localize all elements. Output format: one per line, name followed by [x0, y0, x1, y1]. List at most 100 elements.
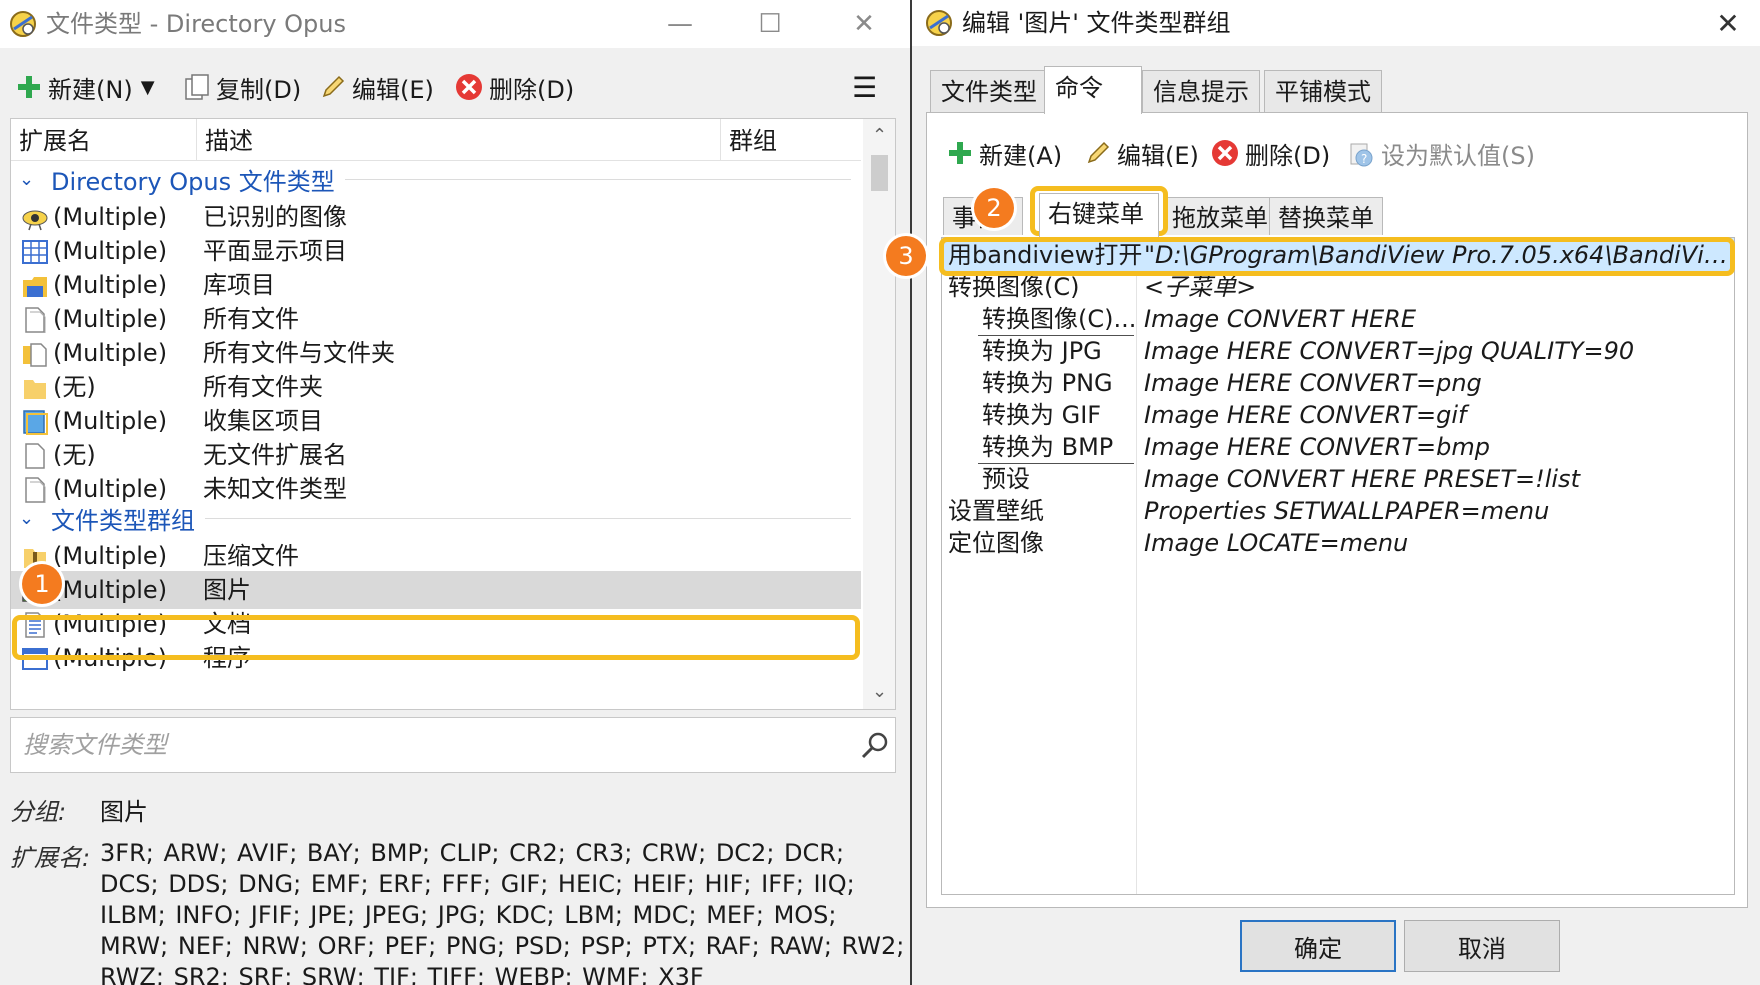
file-types-window: 文件类型 - Directory Opus — ☐ ✕ 新建(N) ▼ 复制(D…: [0, 0, 912, 985]
new-button[interactable]: 新建(N) ▼: [16, 68, 155, 106]
scroll-up-icon[interactable]: ⌃: [863, 121, 895, 151]
command-value: Image HERE CONVERT=png: [1144, 369, 1482, 397]
command-name: 转换为 PNG: [982, 369, 1113, 397]
column-header-group[interactable]: 群组: [721, 119, 861, 161]
context-menu-command-list[interactable]: 用bandiview打开 "D:\GProgram\BandiView Pro.…: [941, 237, 1735, 895]
commands-toolbar: 新建(A) 编辑(E) 删除(D) ? 设为默认值(S): [927, 131, 1747, 175]
item-extension: (Multiple): [53, 644, 168, 672]
new-command-button[interactable]: 新建(A): [947, 131, 1062, 175]
column-header-description[interactable]: 描述: [197, 119, 721, 161]
eye-image-icon: [22, 210, 48, 231]
cancel-button[interactable]: 取消: [1404, 920, 1560, 972]
tab-file-type[interactable]: 文件类型: [930, 70, 1048, 112]
list-item[interactable]: (Multiple) 库项目: [11, 266, 861, 304]
command-value: Image LOCATE=menu: [1144, 529, 1409, 557]
callout-number-2: 2: [974, 188, 1014, 228]
item-description: 平面显示项目: [203, 237, 347, 265]
left-title-bar: 文件类型 - Directory Opus — ☐ ✕: [0, 0, 912, 48]
search-icon[interactable]: [859, 730, 891, 762]
list-item[interactable]: (Multiple) 已识别的图像: [11, 198, 861, 236]
extensions-label: 扩展名:: [10, 844, 91, 872]
set-default-button[interactable]: ? 设为默认值(S): [1347, 131, 1535, 175]
file-folder-icon: [23, 343, 47, 367]
command-name: 转换图像(C)...: [982, 305, 1137, 333]
tab-commands[interactable]: 命令: [1044, 66, 1142, 114]
list-item[interactable]: (Multiple) 所有文件: [11, 300, 861, 338]
command-row[interactable]: 转换为 GIF Image HERE CONVERT=gif: [942, 398, 1734, 432]
command-row[interactable]: 转换图像(C)... Image CONVERT HERE: [942, 302, 1734, 336]
list-scrollbar[interactable]: ⌃ ⌄: [863, 119, 895, 709]
command-row[interactable]: 设置壁纸 Properties SETWALLPAPER=menu: [942, 494, 1734, 528]
edit-command-button[interactable]: 编辑(E): [1085, 131, 1199, 175]
list-item[interactable]: (Multiple) 压缩文件: [11, 537, 861, 575]
copy-button[interactable]: 复制(D): [184, 68, 301, 106]
close-button[interactable]: ✕: [834, 4, 894, 44]
item-description: 压缩文件: [203, 542, 299, 570]
command-row[interactable]: 转换图像(C) <子菜单>: [942, 270, 1734, 304]
command-value: Image HERE CONVERT=jpg QUALITY=90: [1144, 337, 1635, 365]
item-description: 所有文件与文件夹: [203, 339, 395, 367]
command-row-selected[interactable]: 用bandiview打开 "D:\GProgram\BandiView Pro.…: [942, 238, 1734, 272]
delete-button[interactable]: 删除(D): [455, 68, 574, 106]
menu-button[interactable]: ☰: [852, 68, 877, 106]
delete-icon: [1212, 140, 1238, 166]
collection-icon: [23, 410, 48, 435]
dialog-title: 编辑 '图片' 文件类型群组: [962, 9, 1231, 37]
subtab-drag-menu[interactable]: 拖放菜单: [1163, 197, 1277, 235]
chevron-down-icon: ⌄: [19, 168, 35, 190]
tab-tile-mode[interactable]: 平铺模式: [1264, 70, 1382, 112]
directory-opus-logo-icon: [926, 10, 952, 36]
tab-info-tip[interactable]: 信息提示: [1142, 70, 1260, 112]
scroll-thumb[interactable]: [871, 155, 888, 191]
copy-icon: [185, 74, 209, 100]
command-value: <子菜单>: [1144, 273, 1257, 301]
ok-button[interactable]: 确定: [1240, 920, 1396, 972]
column-header-extension[interactable]: 扩展名: [11, 119, 197, 161]
scroll-down-icon[interactable]: ⌄: [863, 677, 895, 707]
command-name: 转换图像(C): [948, 273, 1080, 301]
maximize-button[interactable]: ☐: [740, 4, 800, 44]
item-extension: (Multiple): [53, 576, 168, 604]
item-extension: (无): [53, 441, 96, 469]
minimize-button[interactable]: —: [650, 4, 710, 44]
group-header-filetype-groups[interactable]: ⌄ 文件类型群组: [11, 500, 861, 536]
file-types-list[interactable]: 扩展名 描述 群组 ⌄ Directory Opus 文件类型 (Multipl…: [10, 118, 896, 710]
minimize-icon: —: [667, 9, 693, 39]
item-description: 文档: [203, 610, 251, 638]
list-item[interactable]: (Multiple) 所有文件与文件夹: [11, 334, 861, 372]
delete-command-button[interactable]: 删除(D): [1211, 131, 1330, 175]
item-extension: (Multiple): [53, 203, 168, 231]
dialog-close-button[interactable]: ✕: [1700, 2, 1756, 44]
list-item[interactable]: (无) 所有文件夹: [11, 368, 861, 406]
file-types-toolbar: 新建(N) ▼ 复制(D) 编辑(E) 删除(D) ☰: [0, 62, 912, 112]
command-row[interactable]: 转换为 PNG Image HERE CONVERT=png: [942, 366, 1734, 400]
list-item[interactable]: (Multiple) 文档: [11, 605, 861, 643]
item-extension: (Multiple): [53, 542, 168, 570]
command-name: 定位图像: [948, 529, 1044, 557]
dropdown-arrow-icon: ▼: [140, 76, 155, 98]
edit-button-label: 编辑(E): [352, 75, 434, 104]
subtab-replace-menu[interactable]: 替换菜单: [1269, 197, 1383, 235]
subtab-context-menu[interactable]: 右键菜单: [1039, 193, 1159, 237]
group-header-dopus-types[interactable]: ⌄ Directory Opus 文件类型: [11, 161, 861, 197]
search-input[interactable]: [23, 726, 823, 764]
list-header: 扩展名 描述 群组: [11, 119, 861, 161]
command-row[interactable]: 预设 Image CONVERT HERE PRESET=!list: [942, 462, 1734, 496]
edit-button[interactable]: 编辑(E): [320, 68, 434, 106]
set-default-icon: ?: [1350, 143, 1373, 167]
command-value: Image CONVERT HERE PRESET=!list: [1144, 465, 1580, 493]
list-item[interactable]: (Multiple) 收集区项目: [11, 402, 861, 440]
blank-file-icon: [25, 443, 45, 469]
command-row[interactable]: 转换为 BMP Image HERE CONVERT=bmp: [942, 430, 1734, 464]
item-extension: (Multiple): [53, 339, 168, 367]
command-row[interactable]: 定位图像 Image LOCATE=menu: [942, 526, 1734, 560]
item-extension: (无): [53, 373, 96, 401]
list-item[interactable]: (Multiple) 平面显示项目: [11, 232, 861, 270]
delete-button-label: 删除(D): [489, 75, 575, 104]
command-row[interactable]: 转换为 JPG Image HERE CONVERT=jpg QUALITY=9…: [942, 334, 1734, 368]
list-item[interactable]: (Multiple) 程序: [11, 639, 861, 677]
list-item[interactable]: (无) 无文件扩展名: [11, 436, 861, 474]
new-button-label: 新建(N): [48, 75, 133, 104]
list-item-selected[interactable]: (Multiple) 图片: [11, 571, 861, 609]
new-command-label: 新建(A): [979, 141, 1063, 170]
